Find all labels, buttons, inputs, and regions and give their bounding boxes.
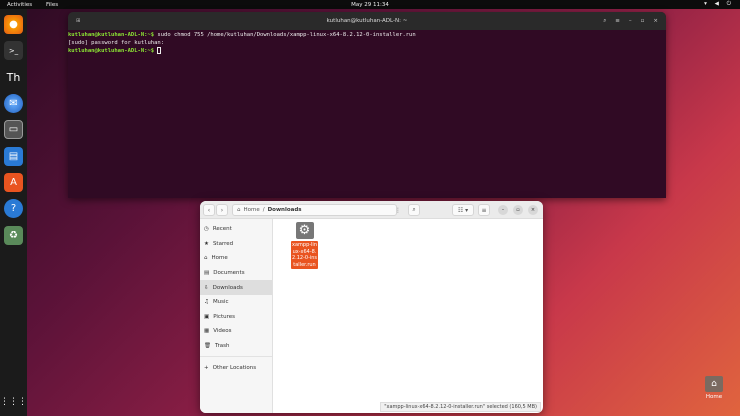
sidebar-label: Videos — [213, 328, 232, 335]
home-folder-icon: ⌂ — [705, 376, 723, 392]
sidebar-item-music[interactable]: ♫ Music — [200, 295, 272, 310]
files-window[interactable]: ‹ › ⌂ Home / Downloads ⋮ ⌕ ☷ ▾ ≡ – ▫ × ◷ R… — [200, 201, 543, 413]
home-icon: ⌂ — [204, 255, 208, 262]
system-tray[interactable]: ▾ ◀ ⏻ — [704, 1, 734, 8]
sidebar-label: Trash — [214, 343, 230, 350]
view-toggle-button[interactable]: ☷ ▾ — [452, 204, 474, 216]
desktop-home-label: Home — [705, 394, 723, 400]
status-bar: "xampp-linux-x64-8.2.12-0-installer.run"… — [380, 402, 541, 412]
sidebar-item-starred[interactable]: ★ Starred — [200, 237, 272, 252]
file-item[interactable]: ⚙ xampp-linux-x64-8.2.12-0-installer.run — [291, 222, 318, 269]
forward-button[interactable]: › — [216, 204, 228, 216]
minimize-button[interactable]: – — [498, 205, 508, 215]
terminal-line: kutluhan@kutluhan-ADL-N:~$ — [68, 47, 666, 56]
close-icon[interactable]: × — [653, 18, 658, 25]
sidebar-item-documents[interactable]: ▤ Documents — [200, 266, 272, 281]
show-apps-icon[interactable]: ⋮⋮⋮ — [0, 392, 27, 411]
writer-icon[interactable]: ▤ — [4, 147, 23, 166]
path-menu-button[interactable]: ⋮ — [392, 204, 404, 216]
sidebar-label: Other Locations — [212, 364, 257, 371]
clock[interactable]: May 29 11:34 — [0, 2, 740, 8]
breadcrumb-home[interactable]: Home — [244, 207, 260, 213]
cursor — [157, 47, 162, 54]
sidebar-item-pictures[interactable]: ▣ Pictures — [200, 310, 272, 325]
menu-icon[interactable]: ≡ — [615, 18, 620, 25]
terminal-output[interactable]: kutluhan@kutluhan-ADL-N:~$ sudo chmod 75… — [68, 30, 666, 56]
music-icon: ♫ — [204, 299, 209, 306]
sidebar-item-videos[interactable]: ▦ Videos — [200, 324, 272, 339]
minimize-icon[interactable]: – — [629, 18, 632, 25]
close-button[interactable]: × — [528, 205, 538, 215]
sidebar-item-other-locations[interactable]: + Other Locations — [200, 360, 272, 375]
sidebar-label: Pictures — [213, 313, 235, 320]
sidebar: ◷ Recent ★ Starred ⌂ Home ▤ Documents ⇩ Downl… — [200, 219, 273, 413]
star-icon: ★ — [204, 240, 209, 247]
terminal-line: kutluhan@kutluhan-ADL-N:~$ sudo chmod 75… — [68, 32, 666, 40]
sidebar-label: Home — [211, 255, 228, 262]
trash-icon[interactable]: ♻ — [4, 226, 23, 245]
terminal-icon[interactable]: >_ — [4, 41, 23, 60]
back-button[interactable]: ‹ — [203, 204, 215, 216]
search-button[interactable]: ⌕ — [408, 204, 420, 216]
files-headerbar: ‹ › ⌂ Home / Downloads ⋮ ⌕ ☷ ▾ ≡ – ▫ × — [200, 201, 543, 219]
download-icon: ⇩ — [204, 284, 209, 291]
document-icon: ▤ — [204, 270, 210, 277]
typora-icon[interactable]: Th — [4, 68, 23, 87]
executable-gear-icon: ⚙ — [295, 222, 314, 239]
sidebar-label: Documents — [213, 270, 245, 277]
sidebar-item-downloads[interactable]: ⇩ Downloads — [200, 280, 272, 295]
sidebar-item-trash[interactable]: 🗑 Trash — [200, 339, 272, 354]
breadcrumb[interactable]: ⌂ Home / Downloads — [232, 204, 397, 216]
terminal-titlebar[interactable]: ⊞ kutluhan@kutluhan-ADL-N: ~ ⌕ ≡ – ▫ × — [68, 12, 666, 30]
new-tab-icon[interactable]: ⊞ — [76, 18, 81, 24]
video-icon: ▦ — [204, 328, 210, 335]
thunderbird-icon[interactable]: ✉ — [4, 94, 23, 113]
home-icon: ⌂ — [237, 207, 241, 213]
breadcrumb-current[interactable]: Downloads — [268, 207, 302, 213]
desktop-home-shortcut[interactable]: ⌂ Home — [702, 376, 726, 400]
recent-icon: ◷ — [204, 226, 209, 233]
sidebar-label: Recent — [212, 226, 232, 233]
sidebar-label: Downloads — [212, 284, 243, 291]
firefox-icon[interactable]: ● — [4, 15, 23, 34]
prompt: kutluhan@kutluhan-ADL-N:~$ — [68, 48, 155, 54]
software-icon[interactable]: A — [4, 173, 23, 192]
file-name: xampp-linux-x64-8.2.12-0-installer.run — [291, 241, 318, 269]
plus-icon: + — [204, 364, 209, 371]
prompt: kutluhan@kutluhan-ADL-N:~$ — [68, 32, 155, 38]
search-icon[interactable]: ⌕ — [603, 18, 606, 25]
maximize-icon[interactable]: ▫ — [641, 18, 645, 25]
divider — [200, 356, 272, 358]
files-icon[interactable]: ▭ — [4, 120, 23, 139]
sidebar-label: Starred — [212, 240, 234, 247]
menu-button[interactable]: ≡ — [478, 204, 490, 216]
help-icon[interactable]: ? — [4, 199, 23, 218]
command: sudo chmod 755 /home/kutluhan/Downloads/… — [154, 32, 416, 38]
sidebar-item-recent[interactable]: ◷ Recent — [200, 222, 272, 237]
top-bar: Activities Files May 29 11:34 ▾ ◀ ⏻ — [0, 0, 740, 9]
trash-icon: 🗑 — [204, 343, 211, 350]
picture-icon: ▣ — [204, 313, 210, 320]
terminal-line: [sudo] password for kutluhan: — [68, 39, 165, 46]
maximize-button[interactable]: ▫ — [513, 205, 523, 215]
terminal-title: kutluhan@kutluhan-ADL-N: ~ — [326, 18, 408, 24]
terminal-window[interactable]: ⊞ kutluhan@kutluhan-ADL-N: ~ ⌕ ≡ – ▫ × kutlu… — [68, 12, 666, 198]
dock: ● >_ Th ✉ ▭ ▤ A ? ♻ ⋮⋮⋮ — [0, 9, 27, 416]
sidebar-item-home[interactable]: ⌂ Home — [200, 251, 272, 266]
sidebar-label: Music — [212, 299, 229, 306]
